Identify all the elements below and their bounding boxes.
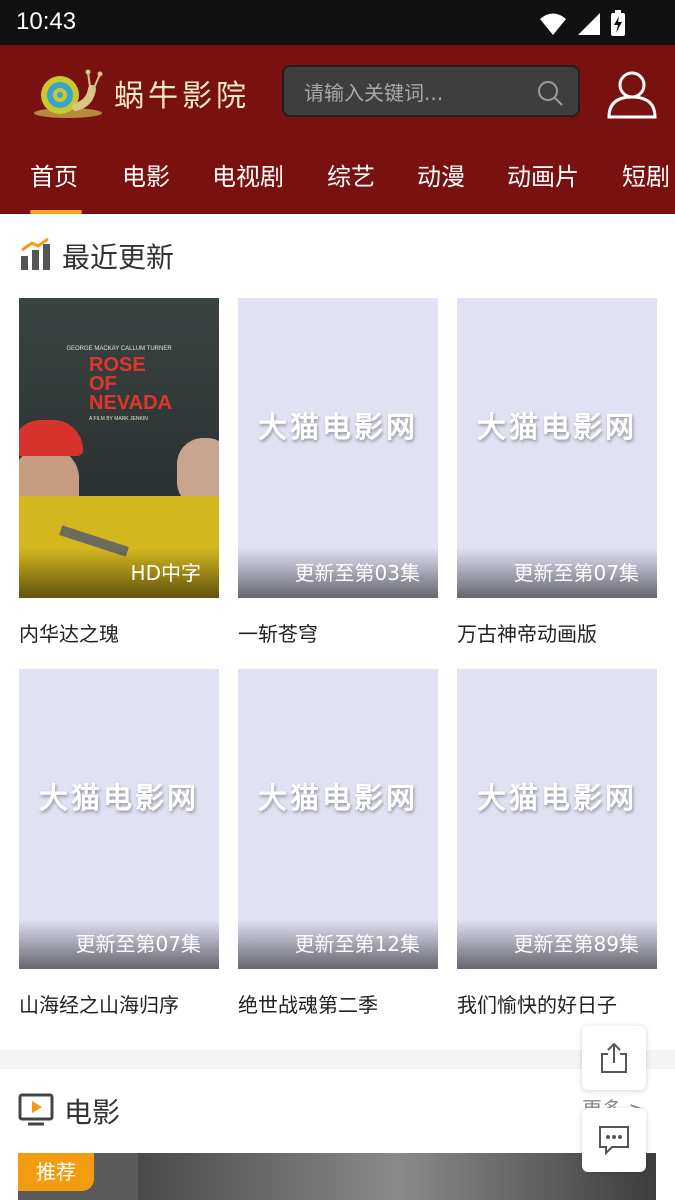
search-icon[interactable] (536, 79, 564, 107)
card-title[interactable]: 一斩苍穹 (238, 618, 438, 647)
banner-image (138, 1153, 656, 1200)
nav-item-home[interactable]: 首页 (30, 157, 78, 192)
section-title-recent: 最近更新 (62, 241, 175, 274)
user-icon[interactable] (606, 71, 658, 119)
update-badge: 更新至第03集 (294, 561, 420, 585)
nav-item-movies[interactable]: 电影 (122, 157, 170, 192)
comment-icon (599, 1126, 629, 1155)
poster-watermark: 大猫电影网 (257, 410, 418, 444)
poster-image[interactable]: 大猫电影网 更新至第07集 (19, 669, 219, 969)
site-logo[interactable]: 蜗牛影院 (32, 67, 250, 119)
poster-credits: GEORGE MACKAY CALLUM TURNER (66, 346, 172, 352)
nav-item-short-drama[interactable]: 短剧 (622, 157, 670, 192)
card-title[interactable]: 山海经之山海归序 (19, 989, 219, 1018)
category-nav: 首页 电影 电视剧 综艺 动漫 动画片 短剧 (0, 138, 675, 214)
recommend-banner[interactable]: 推荐 (18, 1153, 656, 1200)
media-card[interactable]: GEORGE MACKAY CALLUM TURNER ROSE OF NEVA… (19, 298, 219, 647)
share-icon (601, 1042, 627, 1073)
search-input[interactable] (302, 78, 526, 108)
poster-image[interactable]: GEORGE MACKAY CALLUM TURNER ROSE OF NEVA… (19, 298, 219, 598)
poster-image[interactable]: 大猫电影网 更新至第03集 (238, 298, 438, 598)
update-badge: 更新至第89集 (513, 932, 639, 956)
media-card[interactable]: 大猫电影网 更新至第89集 我们愉快的好日子 (457, 669, 657, 1018)
snail-logo-icon (34, 69, 103, 118)
share-button[interactable] (582, 1026, 646, 1090)
site-name: 蜗牛影院 (114, 79, 250, 114)
poster-film-title: ROSE OF NEVADA (89, 354, 172, 414)
poster-director: A FILM BY MARK JENKIN (89, 416, 148, 422)
update-badge: 更新至第07集 (513, 561, 639, 585)
poster-image[interactable]: 大猫电影网 更新至第89集 (457, 669, 657, 969)
nav-item-cartoon[interactable]: 动画片 (507, 157, 579, 192)
poster-watermark: 大猫电影网 (38, 781, 199, 815)
status-icons (539, 10, 625, 36)
recent-section: 最近更新 GEORGE MACKAY CALLUM TURNER ROSE OF… (0, 214, 675, 1050)
media-card[interactable]: 大猫电影网 更新至第07集 万古神帝动画版 (457, 298, 657, 647)
update-badge: 更新至第07集 (75, 932, 201, 956)
header: 蜗牛影院 (0, 45, 675, 138)
status-bar: 10:43 (0, 0, 675, 45)
card-title[interactable]: 内华达之瑰 (19, 618, 219, 647)
poster-watermark: 大猫电影网 (257, 781, 418, 815)
media-card[interactable]: 大猫电影网 更新至第12集 绝世战魂第二季 (238, 669, 438, 1018)
movies-section: 电影 更多 > 推荐 (0, 1069, 675, 1200)
section-title-movies: 电影 (64, 1096, 121, 1129)
poster-image[interactable]: 大猫电影网 更新至第12集 (238, 669, 438, 969)
battery-charging-icon (611, 10, 625, 36)
recommend-badge: 推荐 (18, 1153, 94, 1191)
poster-image[interactable]: 大猫电影网 更新至第07集 (457, 298, 657, 598)
poster-watermark: 大猫电影网 (476, 781, 637, 815)
signal-icon (578, 13, 600, 35)
media-card[interactable]: 大猫电影网 更新至第03集 一斩苍穹 (238, 298, 438, 647)
update-badge: HD中字 (130, 561, 201, 585)
media-card[interactable]: 大猫电影网 更新至第07集 山海经之山海归序 (19, 669, 219, 1018)
nav-item-tv-series[interactable]: 电视剧 (212, 157, 284, 192)
card-title[interactable]: 我们愉快的好日子 (457, 989, 657, 1018)
update-badge: 更新至第12集 (294, 932, 420, 956)
card-title[interactable]: 绝世战魂第二季 (238, 989, 438, 1018)
status-time: 10:43 (16, 8, 77, 35)
nav-item-anime[interactable]: 动漫 (417, 157, 465, 192)
wifi-icon (540, 13, 566, 35)
card-title[interactable]: 万古神帝动画版 (457, 618, 657, 647)
search-box[interactable] (282, 65, 580, 117)
movie-screen-icon (18, 1093, 54, 1126)
comment-button[interactable] (582, 1108, 646, 1172)
chart-bars-icon (21, 238, 50, 270)
poster-watermark: 大猫电影网 (476, 410, 637, 444)
nav-item-variety[interactable]: 综艺 (327, 157, 375, 192)
